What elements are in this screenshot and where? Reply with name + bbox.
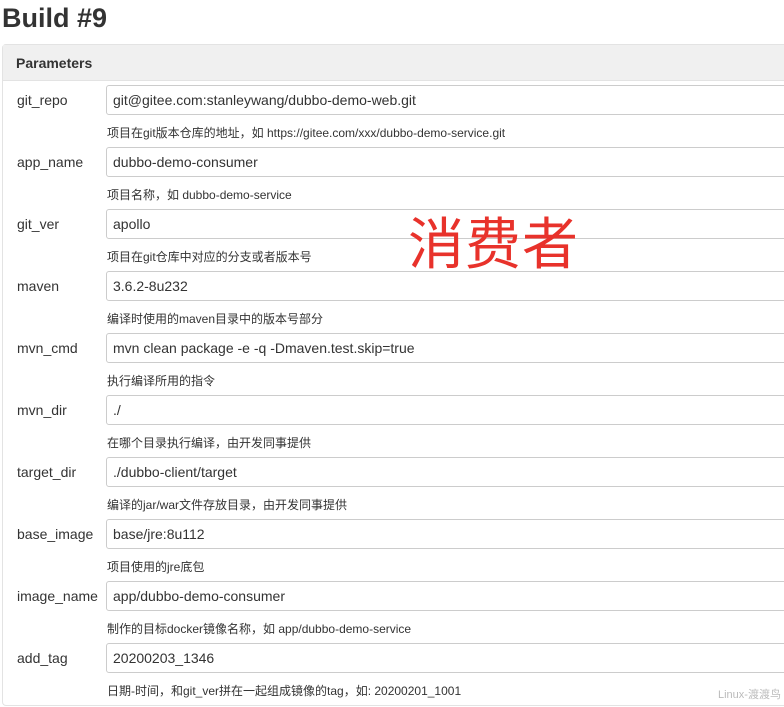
target-dir-input[interactable]: ./dubbo-client/target	[106, 457, 784, 487]
param-label-git-repo: git_repo	[17, 92, 68, 108]
param-label-add-tag: add_tag	[17, 650, 68, 666]
target-dir-description: 编译的jar/war文件存放目录，由开发同事提供	[107, 498, 348, 512]
git-ver-description: 项目在git仓库中对应的分支或者版本号	[107, 250, 312, 264]
base-image-description: 项目使用的jre底包	[107, 560, 205, 574]
param-label-target-dir: target_dir	[17, 464, 77, 480]
consumer-annotation: 消费者	[408, 213, 579, 278]
app-name-input[interactable]: dubbo-demo-consumer	[106, 147, 784, 177]
panel-header: Parameters	[3, 45, 784, 81]
add-tag-input[interactable]: 20200203_1346	[106, 643, 784, 673]
mvn-cmd-description: 执行编译所用的指令	[107, 374, 216, 388]
base-image-input[interactable]: base/jre:8u112	[106, 519, 784, 549]
mvn-dir-description: 在哪个目录执行编译，由开发同事提供	[107, 436, 312, 450]
add-tag-description: 日期-时间，和git_ver拼在一起组成镜像的tag，如: 20200201_1…	[107, 684, 462, 698]
param-label-mvn-dir: mvn_dir	[17, 402, 67, 418]
param-label-git-ver: git_ver	[17, 216, 60, 232]
param-label-app-name: app_name	[17, 154, 84, 170]
watermark: Linux-渡渡鸟	[718, 689, 781, 701]
page-title: Build #9	[2, 3, 108, 33]
param-label-mvn-cmd: mvn_cmd	[17, 340, 78, 356]
git-repo-description: 项目在git版本仓库的地址，如 https://gitee.com/xxx/du…	[107, 126, 506, 140]
image-name-description: 制作的目标docker镜像名称，如 app/dubbo-demo-service	[107, 622, 412, 636]
mvn-cmd-input[interactable]: mvn clean package -e -q -Dmaven.test.ski…	[106, 333, 784, 363]
maven-description: 编译时使用的maven目录中的版本号部分	[107, 312, 324, 326]
image-name-input[interactable]: app/dubbo-demo-consumer	[106, 581, 784, 611]
git-repo-input[interactable]: git@gitee.com:stanleywang/dubbo-demo-web…	[106, 85, 784, 115]
param-label-maven: maven	[17, 278, 60, 294]
param-label-base-image: base_image	[17, 526, 94, 542]
param-label-image-name: image_name	[17, 588, 98, 604]
panel-title: Parameters	[16, 55, 93, 71]
mvn-dir-input[interactable]: ./	[106, 395, 784, 425]
app-name-description: 项目名称，如 dubbo-demo-service	[107, 188, 292, 202]
